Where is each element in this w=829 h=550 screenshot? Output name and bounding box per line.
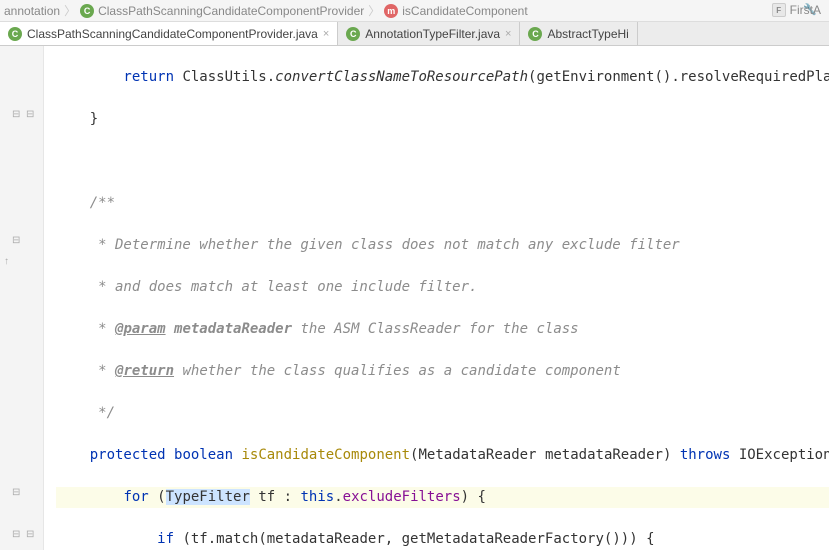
tab-file-3[interactable]: C AbstractTypeHi — [520, 22, 637, 45]
tab-file-1[interactable]: C ClassPathScanningCandidateComponentPro… — [0, 22, 338, 45]
tab-label: AbstractTypeHi — [547, 27, 628, 41]
class-icon: C — [80, 4, 94, 18]
editor-area[interactable]: ⊟ ⊟ ⊟ ↑ ⊟ ⊟ ⊟ return ClassUtils.convertC… — [0, 46, 829, 550]
tab-label: AnnotationTypeFilter.java — [365, 27, 500, 41]
code-line: /** — [56, 193, 829, 214]
class-icon: C — [528, 27, 542, 41]
code-line: */ — [56, 403, 829, 424]
tab-label: ClassPathScanningCandidateComponentProvi… — [27, 27, 318, 41]
method-icon: m — [384, 4, 398, 18]
code-line: } — [56, 109, 829, 130]
nav-right-item[interactable]: F FirstA — [772, 3, 821, 17]
fold-icon[interactable]: ⊟ — [12, 109, 20, 120]
breadcrumb-label: isCandidateComponent — [402, 4, 527, 18]
code-line: * Determine whether the given class does… — [56, 235, 829, 256]
fold-icon[interactable]: ⊟ — [26, 109, 34, 120]
breadcrumb-item-method[interactable]: m isCandidateComponent — [384, 4, 527, 18]
fold-icon[interactable]: ⊟ — [26, 529, 34, 540]
file-icon: F — [772, 3, 786, 17]
breadcrumb-item-class[interactable]: C ClassPathScanningCandidateComponentPro… — [80, 4, 364, 18]
breadcrumb-separator-icon: 〉 — [64, 2, 76, 19]
code-content[interactable]: return ClassUtils.convertClassNameToReso… — [44, 46, 829, 550]
breadcrumb-label: ClassPathScanningCandidateComponentProvi… — [98, 4, 364, 18]
code-line: * and does match at least one include fi… — [56, 277, 829, 298]
close-icon[interactable]: × — [323, 28, 329, 40]
class-icon: C — [8, 27, 22, 41]
breadcrumb-bar: annotation 〉 C ClassPathScanningCandidat… — [0, 0, 829, 22]
tab-file-2[interactable]: C AnnotationTypeFilter.java × — [338, 22, 520, 45]
editor-tabs: C ClassPathScanningCandidateComponentPro… — [0, 22, 829, 46]
close-icon[interactable]: × — [505, 28, 511, 40]
gutter: ⊟ ⊟ ⊟ ↑ ⊟ ⊟ ⊟ — [0, 46, 44, 550]
fold-icon[interactable]: ⊟ — [12, 235, 20, 246]
breadcrumb-item-package[interactable]: annotation — [4, 4, 60, 18]
breadcrumb-separator-icon: 〉 — [368, 2, 380, 19]
nav-right-label: FirstA — [790, 3, 821, 17]
fold-icon[interactable]: ⊟ — [12, 487, 20, 498]
override-icon[interactable]: ↑ — [4, 256, 9, 267]
fold-icon[interactable]: ⊟ — [12, 529, 20, 540]
breadcrumb-label: annotation — [4, 4, 60, 18]
class-icon: C — [346, 27, 360, 41]
